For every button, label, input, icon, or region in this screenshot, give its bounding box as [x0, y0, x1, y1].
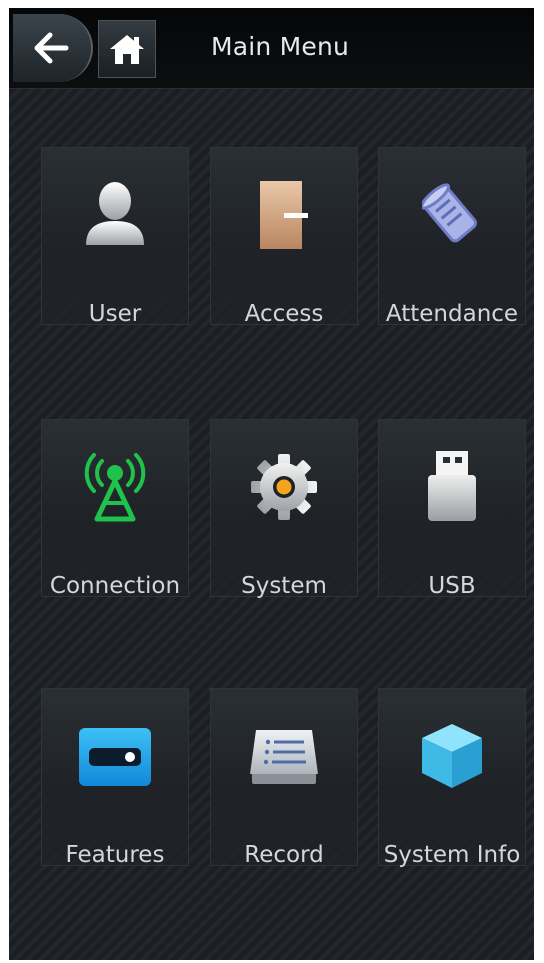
- menu-label-access: Access: [244, 301, 324, 327]
- list-icon: [250, 730, 318, 784]
- menu-tile-system-info[interactable]: [378, 688, 526, 866]
- usb-drive-icon: [428, 451, 476, 521]
- arrow-left-icon: [34, 32, 69, 64]
- menu-tile-user[interactable]: [41, 147, 189, 325]
- menu-tile-connection[interactable]: [41, 419, 189, 597]
- menu-label-record: Record: [244, 842, 324, 868]
- menu-tile-access[interactable]: [210, 147, 358, 325]
- menu-label-user: User: [88, 301, 142, 327]
- menu-label-system: System: [241, 573, 327, 599]
- door-icon: [260, 181, 308, 249]
- toggle-card-icon: [79, 728, 151, 786]
- cube-icon: [422, 724, 482, 788]
- device-screen: Main Menu User Access Attendance Connect…: [9, 8, 534, 960]
- menu-tile-system[interactable]: [210, 419, 358, 597]
- page-title: Main Menu: [211, 32, 350, 61]
- scroll-icon: [422, 183, 477, 243]
- back-button[interactable]: [13, 14, 93, 82]
- menu-label-usb: USB: [428, 573, 476, 599]
- menu-tile-attendance[interactable]: [378, 147, 526, 325]
- header-bar: Main Menu: [9, 8, 534, 89]
- menu-label-features: Features: [65, 842, 165, 868]
- menu-label-attendance: Attendance: [385, 301, 519, 327]
- gear-icon: [251, 454, 317, 520]
- home-icon: [110, 35, 144, 64]
- menu-tile-features[interactable]: [41, 688, 189, 866]
- menu-label-connection: Connection: [49, 573, 181, 599]
- menu-tile-usb[interactable]: [378, 419, 526, 597]
- menu-tile-record[interactable]: [210, 688, 358, 866]
- home-button[interactable]: [98, 20, 156, 78]
- antenna-icon: [84, 453, 146, 522]
- menu-label-system-info: System Info: [383, 842, 521, 868]
- user-icon: [86, 182, 144, 245]
